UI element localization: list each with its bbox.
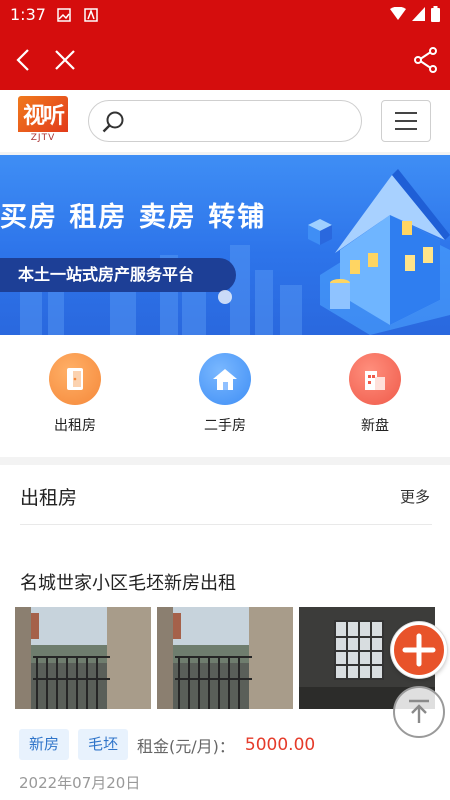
tag-unfurnished: 毛坯 [78,729,129,760]
more-link[interactable]: 更多 [400,486,430,507]
listing-photo-balcony[interactable] [15,607,151,709]
battery-icon [431,6,440,22]
banner-headline: 买房 租房 卖房 转铺 [0,202,267,233]
search-icon[interactable] [101,110,125,134]
wifi-icon [390,7,406,20]
site-logo[interactable]: 视听 ZJTV [18,96,68,146]
back-arrow-icon [16,49,29,71]
listing-tags: 新房 毛坯 租金(元/月)： 5000.00 [19,729,315,760]
hamburger-menu-icon [395,112,417,130]
promo-banner[interactable]: 买房 租房 卖房 转铺 本土一站式房产服务平台 [0,155,450,335]
category-label: 出租房 [54,418,96,434]
section-divider [0,457,450,465]
site-header: 视听 ZJTV [0,90,450,155]
door-icon [49,353,101,405]
signal-icon [412,7,425,21]
status-time: 1:37 [10,5,46,24]
share-button[interactable] [410,44,442,76]
close-button[interactable] [49,44,81,76]
listing-photos[interactable] [15,607,435,709]
close-icon [55,50,75,70]
listing-date: 2022年07月20日 [19,774,141,792]
tag-new-house: 新房 [19,729,70,760]
logo-text: 视听 [22,104,65,129]
nav-bar [0,30,450,90]
category-label: 二手房 [204,418,246,434]
arrow-up-icon [409,699,429,723]
app-top-bar: 1:37 [0,0,450,90]
image-notification-icon [57,8,71,22]
category-nav: 出租房 二手房 新盘 [0,335,450,457]
search-input[interactable] [133,107,347,135]
rental-section: 出租房 更多 名城世家小区毛坯新房出租 新房 毛坯 租金(元/月)： 5000.… [0,465,450,800]
logo-subtext: ZJTV [30,133,56,143]
section-title: 出租房 [20,487,78,509]
banner-slogan: 本土一站式房产服务平台 [0,258,236,292]
category-rental[interactable]: 出租房 [25,353,125,435]
category-second-hand[interactable]: 二手房 [175,353,275,435]
section-underline [20,524,432,525]
category-label: 新盘 [361,418,389,434]
plus-icon [402,633,436,667]
status-bar: 1:37 [0,0,450,30]
listing-title[interactable]: 名城世家小区毛坯新房出租 [20,569,236,595]
carousel-indicator[interactable] [218,290,232,304]
rent-label: 租金(元/月)： [137,736,235,756]
menu-button[interactable] [381,100,431,142]
house-illustration [308,169,450,335]
category-new-property[interactable]: 新盘 [325,353,425,435]
listing-photo-balcony-2[interactable] [157,607,293,709]
rent-price: 5000.00 [244,734,316,755]
back-button[interactable] [8,44,40,76]
building-icon [349,353,401,405]
back-to-top-button[interactable] [393,686,445,738]
app-notification-icon [84,8,98,22]
share-icon [414,47,437,73]
add-listing-button[interactable] [391,622,447,678]
home-icon [199,353,251,405]
search-box[interactable] [88,100,362,142]
